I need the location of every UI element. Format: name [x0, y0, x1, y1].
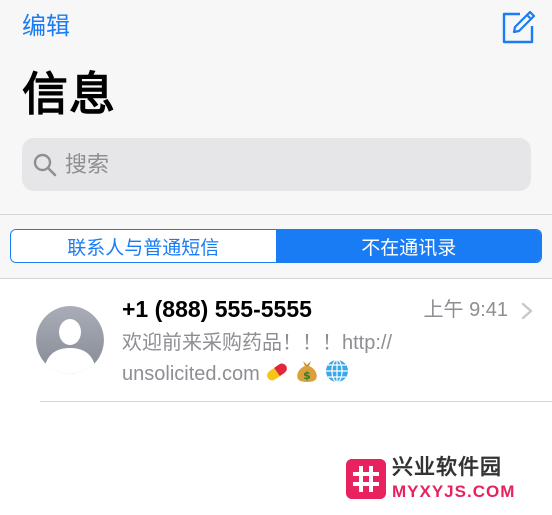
pill-icon [266, 363, 287, 381]
message-preview: 欢迎前来采购药品！！！http:// unsolicited.com $ [122, 328, 452, 389]
search-icon [33, 153, 57, 177]
preview-line-1: 欢迎前来采购药品！！！http:// [122, 332, 393, 354]
page-title: 信息 [22, 68, 116, 120]
watermark-domain: MYXYJS.COM [392, 482, 516, 501]
filter-segmented-control: 联系人与普通短信 不在通讯录 [10, 229, 542, 263]
filter-bar: 联系人与普通短信 不在通讯录 [0, 215, 552, 279]
person-silhouette-icon [36, 306, 104, 374]
sender-name: +1 (888) 555-5555 [122, 296, 312, 322]
segment-unknown-senders[interactable]: 不在通讯录 [276, 230, 541, 262]
messages-screen: 编辑 信息 联系人与普通短信 不在通讯录 [0, 0, 552, 515]
edit-button[interactable]: 编辑 [22, 12, 70, 42]
site-watermark: 兴业软件园 MYXYJS.COM [346, 455, 546, 507]
globe-icon [325, 359, 348, 383]
search-bar[interactable] [22, 138, 531, 191]
money-bag-icon: $ [297, 361, 317, 382]
row-divider [40, 401, 552, 402]
message-time: 上午 9:41 [423, 299, 508, 321]
watermark-title: 兴业软件园 [392, 456, 502, 479]
svg-text:$: $ [303, 369, 311, 382]
compose-icon[interactable] [500, 10, 536, 46]
preview-link-text: unsolicited.com [122, 363, 260, 385]
hash-logo-icon [346, 459, 386, 499]
segment-contacts-and-sms[interactable]: 联系人与普通短信 [11, 230, 277, 262]
conversation-row[interactable]: +1 (888) 555-5555 上午 9:41 欢迎前来采购药品！！！htt… [0, 280, 552, 402]
search-input[interactable] [65, 138, 505, 191]
chevron-right-icon [521, 302, 533, 320]
navigation-header: 编辑 信息 [0, 0, 552, 215]
preview-line-2: unsolicited.com $ [122, 358, 452, 389]
